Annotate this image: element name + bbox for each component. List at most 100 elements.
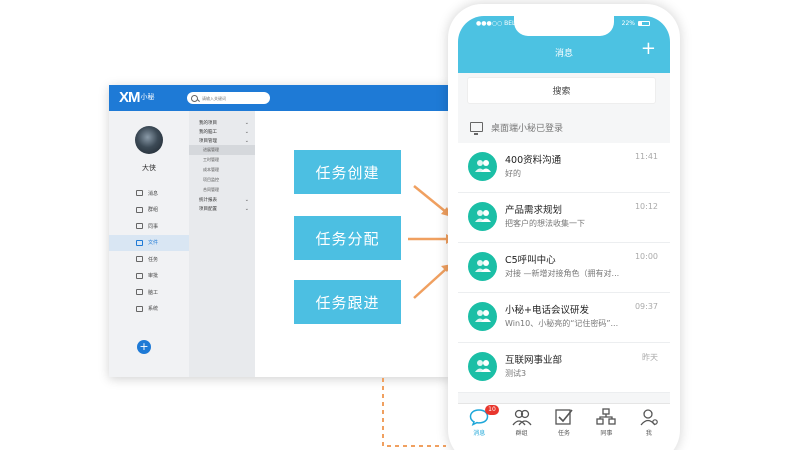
chevron-down-icon: ⌄ [244,137,249,144]
tab-label: 群组 [515,430,528,437]
desktop-sidebar: 大侠 消息 群组 同事 文件 任务 审批 脑工 系统 + [109,111,189,377]
sidebar-item-message[interactable]: 消息 [109,185,189,202]
group-avatar-icon [468,202,497,231]
login-notice[interactable]: 桌面端小秘已登录 [458,112,670,142]
phone-title: 消息 [554,49,573,59]
monitor-icon [470,122,483,135]
sidebar-item-file[interactable]: 文件 [109,234,189,251]
group-icon [136,206,143,213]
conversation-item[interactable]: 400资料沟通 好的 11:41 [458,143,670,193]
menu-label: 我的脑工 [199,129,217,135]
sidebar-item-label: 消息 [148,190,159,197]
chevron-down-icon: ⌄ [244,128,249,135]
sidebar-nav: 消息 群组 同事 文件 任务 审批 脑工 系统 [109,185,189,317]
submenu-cost[interactable]: 成本管理 [189,165,255,175]
battery-icon [638,21,650,26]
phone-notch [514,16,614,36]
phone-header: ●●●○○ BELL ◠ 22% 消息 + [458,16,670,73]
sidebar-item-label: 同事 [148,223,159,230]
submenu-monitor[interactable]: 项目监控 [189,175,255,185]
chevron-down-icon: ⌄ [244,119,249,126]
add-icon[interactable]: + [641,38,656,59]
sidebar-item-label: 审批 [148,273,159,280]
login-notice-text: 桌面端小秘已登录 [491,123,564,134]
task-assign-button[interactable]: 任务分配 [294,216,401,260]
submenu-contract[interactable]: 合同管理 [189,185,255,195]
desktop-search-input[interactable] [202,95,262,101]
conversation-time: 10:00 [634,252,658,261]
group-icon [512,409,532,426]
conversation-name: C5呼叫中心 [505,255,556,266]
sidebar-item-system[interactable]: 系统 [109,301,189,318]
menu-my-projects[interactable]: 我的项目 ⌄ [189,118,255,127]
approval-icon [136,272,143,279]
status-carrier: ●●●○○ BELL ◠ [476,20,526,27]
dashed-connector [382,378,446,447]
battery-percent: 22% [621,20,635,27]
chevron-down-icon: ⌄ [244,196,249,203]
file-icon [136,239,143,246]
work-icon [136,289,143,296]
conversation-name: 互联网事业部 [505,355,563,366]
project-menu: 我的项目 ⌄ 我的脑工 ⌄ 项目管理 ⌄ 进展管理 工时管理 成本管理 项目监控 合同… [189,111,255,377]
message-icon [136,190,143,197]
tab-group[interactable]: 群组 [500,404,542,443]
conversation-time: 09:37 [634,302,658,311]
task-create-button[interactable]: 任务创建 [294,150,401,194]
conversation-preview: 测试3 [505,369,527,378]
composite-stage: XM小秘 大侠 消息 群组 同事 文件 任务 审批 脑工 系统 + 我的 [0,0,800,450]
conversation-time: 昨天 [642,353,658,362]
sidebar-item-label: 脑工 [148,289,159,296]
chevron-down-icon: ⌄ [244,205,249,212]
sidebar-item-group[interactable]: 群组 [109,202,189,219]
menu-my-work[interactable]: 我的脑工 ⌄ [189,127,255,136]
colleague-icon [596,408,617,425]
group-avatar-icon [468,352,497,381]
tab-label: 消息 [473,430,486,437]
me-icon [640,409,658,426]
phone-search-input[interactable]: 搜索 [467,77,656,104]
submenu-progress[interactable]: 进展管理 [189,145,255,155]
conversation-item[interactable]: 小秘+电话会议研发 Win10、小秘亮的“记住密码”... 09:37 [458,293,670,343]
conversation-preview: 好的 [505,169,521,178]
phone-body: 搜索 桌面端小秘已登录 400资料沟通 好的 11:41 产品需求规划 把客户的… [458,73,670,403]
menu-project-config[interactable]: 项目配置 ⌄ [189,204,255,213]
conversation-preview: Win10、小秘亮的“记住密码”... [505,319,619,328]
sidebar-item-label: 文件 [148,240,159,247]
group-avatar-icon [468,152,497,181]
system-icon [136,305,143,312]
tab-task[interactable]: 任务 [543,404,585,443]
menu-label: 统计报表 [199,197,217,203]
wifi-icon: ◠ [520,20,526,27]
tab-colleague[interactable]: 同事 [585,404,627,443]
logo-sub: 小秘 [140,94,155,102]
user-avatar[interactable] [135,126,163,154]
sidebar-item-work[interactable]: 脑工 [109,284,189,301]
conversation-item[interactable]: 产品需求规划 把客户的想法收集一下 10:12 [458,193,670,243]
menu-stats-report[interactable]: 统计报表 ⌄ [189,195,255,204]
menu-label: 我的项目 [199,120,217,126]
submenu-hours[interactable]: 工时管理 [189,155,255,165]
phone-frame: ●●●○○ BELL ◠ 22% 消息 + 搜索 桌面端小秘已登录 400资料沟… [448,4,680,450]
carrier-name: BELL [504,20,519,27]
desktop-search-box[interactable] [187,92,270,104]
tab-me[interactable]: 我 [628,404,670,443]
app-logo: XM小秘 [119,90,155,106]
user-name: 大侠 [142,164,156,172]
task-icon [555,409,573,425]
sidebar-item-approval[interactable]: 审批 [109,268,189,285]
tab-label: 同事 [600,430,613,437]
conversation-item[interactable]: C5呼叫中心 对接 —新增对接角色（拥有对... 10:00 [458,243,670,293]
conversation-name: 小秘+电话会议研发 [505,305,589,316]
group-avatar-icon [468,252,497,281]
sidebar-item-colleague[interactable]: 同事 [109,218,189,235]
conversation-time: 10:12 [634,202,658,211]
add-button[interactable]: + [137,340,151,354]
conversation-preview: 把客户的想法收集一下 [505,219,585,228]
conversation-name: 400资料沟通 [505,155,562,166]
task-follow-button[interactable]: 任务跟进 [294,280,401,324]
tab-message[interactable]: 10 消息 [458,404,500,443]
menu-project-management[interactable]: 项目管理 ⌄ [189,136,255,145]
sidebar-item-task[interactable]: 任务 [109,251,189,268]
conversation-item[interactable]: 互联网事业部 测试3 昨天 [458,343,670,393]
